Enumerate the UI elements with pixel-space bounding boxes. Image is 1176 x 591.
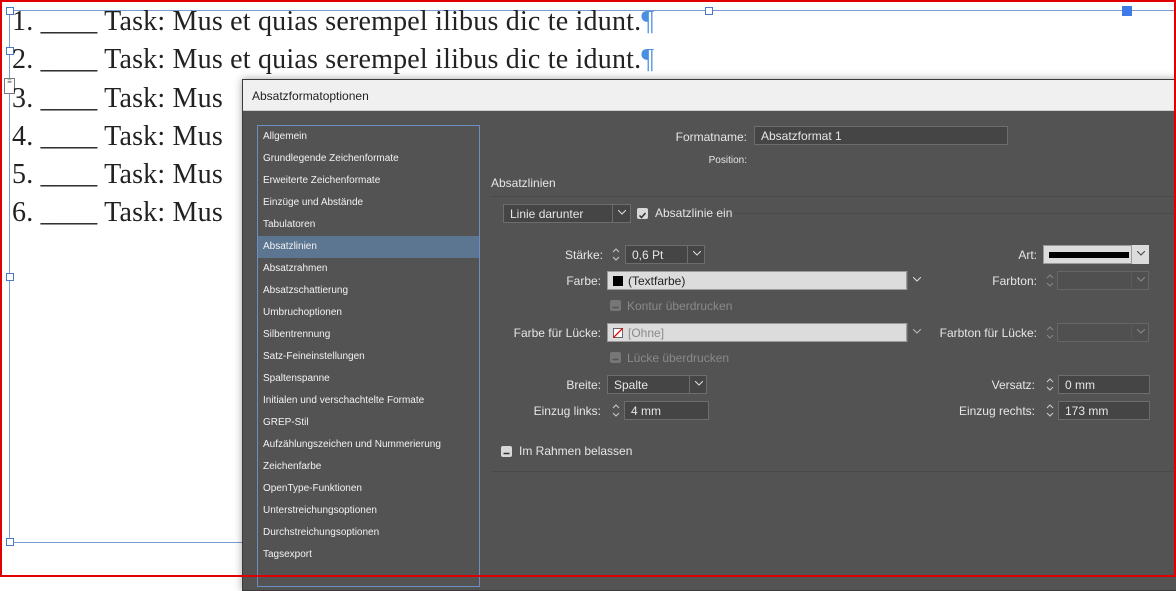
luecke-ueberdrucken-label: Lücke überdrucken bbox=[627, 351, 730, 365]
art-chevron-icon[interactable] bbox=[1131, 245, 1149, 264]
luecke-ueberdrucken-checkbox[interactable] bbox=[610, 352, 621, 363]
farbe-dropdown[interactable]: (Textfarbe) bbox=[607, 271, 907, 290]
document-line: 1. ____ Task: Mus et quias serempel ilib… bbox=[12, 6, 654, 38]
farbton-label: Farbton: bbox=[992, 274, 1037, 288]
line-type-chevron-icon[interactable] bbox=[612, 204, 630, 223]
einzug-rechts-stepper[interactable] bbox=[1043, 401, 1057, 420]
art-line-preview bbox=[1049, 252, 1129, 258]
section-title: Absatzlinien bbox=[491, 176, 556, 190]
sidebar-item[interactable]: Absatzrahmen bbox=[258, 258, 479, 280]
frame-handle-top-middle[interactable] bbox=[705, 7, 713, 15]
document-line-text: 6. ____ Task: Mus bbox=[12, 197, 223, 228]
versatz-label: Versatz: bbox=[991, 378, 1035, 392]
frame-handle-bottom-left[interactable] bbox=[6, 538, 14, 546]
document-line: 3. ____ Task: Mus bbox=[12, 83, 223, 115]
line-on-checkbox[interactable] bbox=[637, 208, 648, 219]
sidebar-item[interactable]: GREP-Stil bbox=[258, 412, 479, 434]
black-swatch-icon bbox=[613, 276, 623, 286]
line-on-label: Absatzlinie ein bbox=[655, 206, 733, 220]
section-divider bbox=[491, 196, 1176, 197]
pilcrow-mark: ¶ bbox=[641, 44, 655, 75]
luecke-farbton-stepper[interactable] bbox=[1043, 323, 1057, 342]
breite-value: Spalte bbox=[614, 378, 649, 392]
pilcrow-mark: ¶ bbox=[641, 6, 655, 37]
versatz-stepper[interactable] bbox=[1043, 375, 1057, 394]
sidebar-item[interactable]: Initialen und verschachtelte Formate bbox=[258, 390, 479, 412]
document-line: 2. ____ Task: Mus et quias serempel ilib… bbox=[12, 44, 654, 76]
luecke-farbe-value: [Ohne] bbox=[628, 326, 665, 340]
sidebar-item[interactable]: Silbentrennung bbox=[258, 324, 479, 346]
dialog-title: Absatzformatoptionen bbox=[252, 89, 369, 103]
sidebar-item[interactable]: Erweiterte Zeichenformate bbox=[258, 170, 479, 192]
sidebar-item[interactable]: Absatzlinien bbox=[258, 236, 479, 258]
formatname-input[interactable]: Absatzformat 1 bbox=[754, 126, 1008, 145]
document-line-text: 3. ____ Task: Mus bbox=[12, 83, 223, 114]
document-line-text: 4. ____ Task: Mus bbox=[12, 121, 223, 152]
category-list[interactable]: Allgemein Grundlegende Zeichenformate Erwe… bbox=[257, 125, 480, 587]
staerke-label: Stärke: bbox=[564, 248, 603, 262]
luecke-farbton-chevron-icon[interactable] bbox=[1131, 323, 1149, 342]
sidebar-item[interactable]: Umbruchoptionen bbox=[258, 302, 479, 324]
sidebar-item[interactable]: Satz-Feineinstellungen bbox=[258, 346, 479, 368]
luecke-farbton-label: Farbton für Lücke: bbox=[939, 326, 1037, 340]
rahmen-label: Im Rahmen belassen bbox=[519, 444, 633, 458]
art-label: Art: bbox=[1018, 248, 1037, 262]
farbe-chevron-icon[interactable] bbox=[907, 271, 925, 290]
farbe-label: Farbe: bbox=[566, 274, 601, 288]
sidebar-item[interactable]: Durchstreichungsoptionen bbox=[258, 522, 479, 544]
sidebar-item[interactable]: Einzüge und Abstände bbox=[258, 192, 479, 214]
dialog-titlebar[interactable]: Absatzformatoptionen bbox=[243, 80, 1176, 111]
staerke-stepper[interactable] bbox=[609, 245, 623, 264]
luecke-farbe-label: Farbe für Lücke: bbox=[513, 326, 601, 340]
sidebar-item[interactable]: Zeichenfarbe bbox=[258, 456, 479, 478]
versatz-input[interactable]: 0 mm bbox=[1058, 375, 1150, 394]
sidebar-item[interactable]: Tagsexport bbox=[258, 544, 479, 566]
document-line-text: 5. ____ Task: Mus bbox=[12, 159, 223, 190]
sidebar-item[interactable]: Absatzschattierung bbox=[258, 280, 479, 302]
frame-handle-top-right[interactable] bbox=[1122, 6, 1132, 16]
breite-chevron-icon[interactable] bbox=[689, 375, 707, 394]
frame-handle-left-lower[interactable] bbox=[6, 273, 14, 281]
sidebar-item[interactable]: Aufzählungszeichen und Nummerierung bbox=[258, 434, 479, 456]
farbe-value: (Textfarbe) bbox=[628, 274, 686, 288]
rahmen-checkbox[interactable] bbox=[501, 446, 512, 457]
document-line: 4. ____ Task: Mus bbox=[12, 121, 223, 153]
staerke-chevron-icon[interactable] bbox=[687, 245, 705, 264]
einzug-rechts-label: Einzug rechts: bbox=[958, 404, 1035, 418]
group-divider bbox=[733, 213, 1176, 214]
einzug-links-input[interactable]: 4 mm bbox=[624, 401, 709, 420]
sidebar-item[interactable]: Unterstreichungsoptionen bbox=[258, 500, 479, 522]
einzug-links-stepper[interactable] bbox=[609, 401, 623, 420]
position-label: Position: bbox=[708, 155, 747, 166]
farbton-chevron-icon[interactable] bbox=[1131, 271, 1149, 290]
einzug-links-label: Einzug links: bbox=[533, 404, 601, 418]
line-type-value: Linie darunter bbox=[510, 207, 584, 221]
none-swatch-icon bbox=[613, 328, 623, 338]
document-line: 5. ____ Task: Mus bbox=[12, 159, 223, 191]
formatname-label: Formatname: bbox=[675, 130, 747, 144]
sidebar-item[interactable]: Allgemein bbox=[258, 126, 479, 148]
kontur-label: Kontur überdrucken bbox=[627, 299, 733, 313]
paragraph-style-options-dialog: Absatzformatoptionen Allgemein Grundlegen… bbox=[242, 79, 1176, 591]
document-line-text: 1. ____ Task: Mus et quias serempel ilib… bbox=[12, 6, 642, 37]
sidebar-item[interactable]: Tabulatoren bbox=[258, 214, 479, 236]
sidebar-item[interactable]: Spaltenspanne bbox=[258, 368, 479, 390]
luecke-farbe-dropdown[interactable]: [Ohne] bbox=[607, 323, 907, 342]
document-line-text: 2. ____ Task: Mus et quias serempel ilib… bbox=[12, 44, 642, 75]
sidebar-item[interactable]: Grundlegende Zeichenformate bbox=[258, 148, 479, 170]
farbton-stepper[interactable] bbox=[1043, 271, 1057, 290]
bottom-divider bbox=[491, 471, 1176, 472]
einzug-rechts-input[interactable]: 173 mm bbox=[1058, 401, 1150, 420]
kontur-checkbox[interactable] bbox=[610, 300, 621, 311]
breite-label: Breite: bbox=[566, 378, 601, 392]
sidebar-item[interactable]: OpenType-Funktionen bbox=[258, 478, 479, 500]
document-line: 6. ____ Task: Mus bbox=[12, 197, 223, 229]
